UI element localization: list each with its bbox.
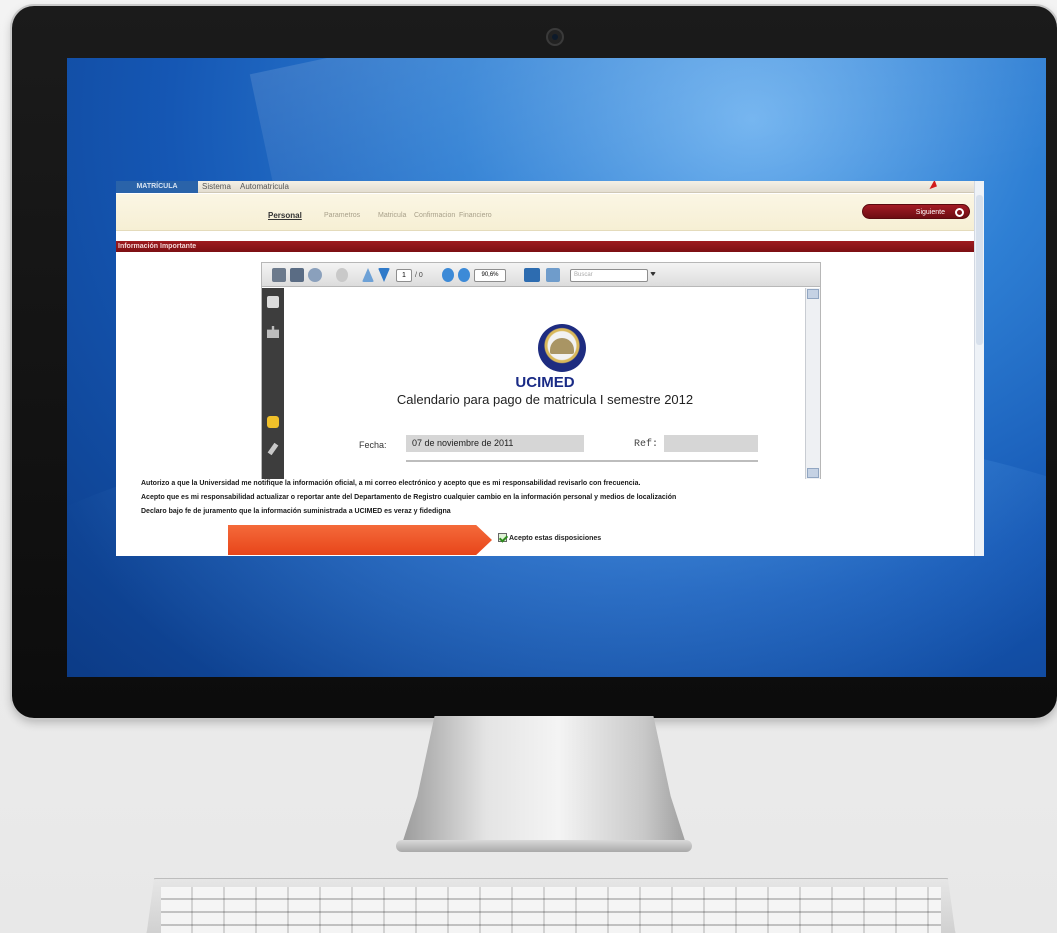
- step-parametros[interactable]: Parametros: [324, 212, 360, 219]
- scroll-thumb[interactable]: [976, 195, 983, 345]
- pdf-toolbar: 1 / 0 90,6% Buscar: [262, 263, 820, 287]
- document-title: Calendario para pago de matricula I seme…: [396, 392, 694, 407]
- desktop-screen: MATRÍCULA Sistema Automatricula Personal…: [67, 58, 1046, 677]
- monitor-bezel: MATRÍCULA Sistema Automatricula Personal…: [12, 6, 1057, 718]
- monitor-stand: [400, 716, 688, 850]
- step-personal[interactable]: Personal: [268, 211, 302, 220]
- pages-icon[interactable]: [267, 296, 279, 308]
- page-number-input[interactable]: 1: [396, 269, 412, 282]
- share-icon[interactable]: [308, 268, 322, 282]
- pdf-viewer: 1 / 0 90,6% Buscar UCIMED Calendario par…: [261, 262, 821, 479]
- save-icon[interactable]: [290, 268, 304, 282]
- pdf-page: UCIMED Calendario para pago de matricula…: [284, 288, 806, 479]
- paperclip-icon[interactable]: [265, 441, 282, 458]
- brand-logo[interactable]: MATRÍCULA: [116, 181, 198, 193]
- ref-value: [664, 435, 758, 452]
- fit-width-icon[interactable]: [524, 268, 540, 282]
- keyboard-keys: [161, 887, 941, 933]
- university-seal: [538, 324, 586, 372]
- menu-item-sistema[interactable]: Sistema: [202, 182, 231, 191]
- statement-update: Acepto que es mi responsabilidad actuali…: [141, 494, 677, 501]
- fit-page-icon[interactable]: [546, 268, 560, 282]
- web-page: MATRÍCULA Sistema Automatricula Personal…: [116, 181, 984, 556]
- red-arrow-icon: [927, 181, 937, 190]
- monitor-stand-base: [396, 840, 692, 852]
- divider: [406, 460, 758, 462]
- print-icon[interactable]: [272, 268, 286, 282]
- institution-name: UCIMED: [515, 374, 575, 391]
- next-button[interactable]: Siguiente: [862, 204, 970, 219]
- highlight-arrow: [228, 525, 492, 555]
- accept-label[interactable]: Acepto estas disposiciones: [509, 535, 601, 542]
- chevron-down-icon[interactable]: [650, 272, 656, 276]
- comment-icon[interactable]: [267, 416, 279, 428]
- step-financiero[interactable]: Financiero: [459, 212, 492, 219]
- fecha-label: Fecha:: [359, 440, 387, 450]
- fecha-value: 07 de noviembre de 2011: [406, 435, 584, 452]
- zoom-out-icon[interactable]: [442, 268, 454, 282]
- camera-icon: [546, 28, 564, 46]
- back-icon[interactable]: [336, 268, 348, 282]
- next-page-icon[interactable]: [378, 268, 390, 282]
- keyboard: [146, 878, 956, 933]
- accept-checkbox[interactable]: [498, 533, 507, 542]
- page-total: / 0: [415, 272, 423, 279]
- zoom-in-icon[interactable]: [458, 268, 470, 282]
- step-matricula[interactable]: Matricula: [378, 212, 406, 219]
- previous-page-icon[interactable]: [362, 268, 374, 282]
- zoom-select[interactable]: 90,6%: [474, 269, 506, 282]
- power-icon: [955, 208, 964, 217]
- statement-notification: Autorizo a que la Universidad me notifiq…: [141, 480, 641, 487]
- scroll-up-icon[interactable]: [807, 289, 819, 299]
- binoculars-icon[interactable]: [267, 326, 279, 338]
- scroll-down-icon[interactable]: [807, 468, 819, 478]
- ref-label: Ref:: [634, 439, 659, 450]
- step-confirmacion[interactable]: Confirmacion: [414, 212, 455, 219]
- pdf-scrollbar[interactable]: [805, 288, 820, 479]
- page-scrollbar[interactable]: [974, 181, 984, 556]
- menu-item-automatricula[interactable]: Automatricula: [240, 182, 289, 191]
- statement-oath: Declaro bajo fe de juramento que la info…: [141, 508, 451, 515]
- search-input[interactable]: Buscar: [570, 269, 648, 282]
- menu-bar: MATRÍCULA Sistema Automatricula: [116, 181, 984, 193]
- accept-checkbox-row[interactable]: Acepto estas disposiciones: [498, 533, 601, 542]
- pdf-sidebar: [262, 288, 284, 479]
- section-header: Información Importante: [116, 241, 984, 252]
- step-navigation: Personal Parametros Matricula Confirmaci…: [116, 194, 984, 231]
- next-button-label: Siguiente: [915, 209, 945, 216]
